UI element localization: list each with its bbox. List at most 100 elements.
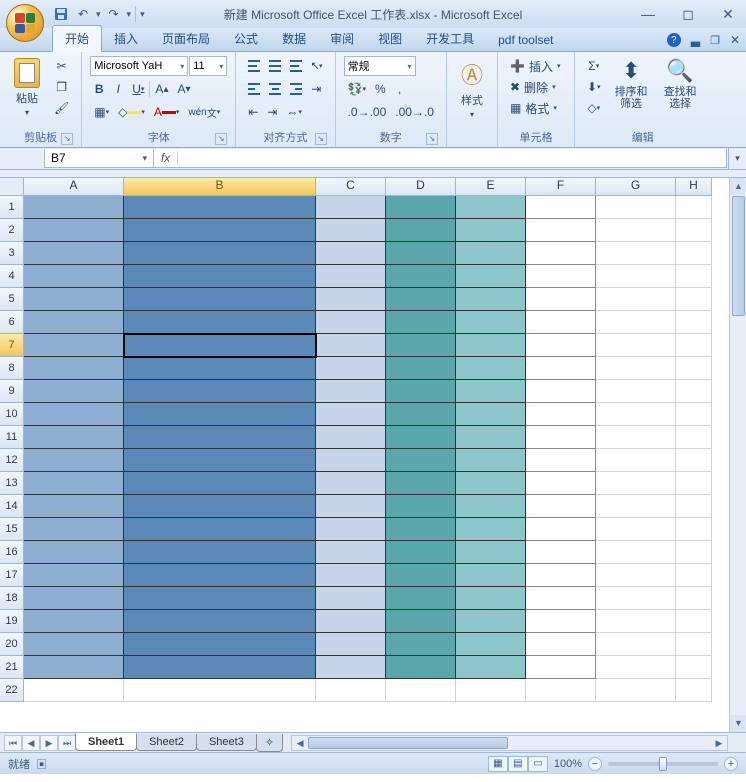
cell-B21[interactable] — [124, 656, 316, 679]
cell-H7[interactable] — [676, 334, 712, 357]
col-header-B[interactable]: B — [124, 178, 316, 196]
cell-E12[interactable] — [456, 449, 526, 472]
zoom-out[interactable]: − — [588, 757, 602, 771]
cell-A10[interactable] — [24, 403, 124, 426]
cell-A9[interactable] — [24, 380, 124, 403]
cell-B2[interactable] — [124, 219, 316, 242]
cell-D10[interactable] — [386, 403, 456, 426]
cell-A13[interactable] — [24, 472, 124, 495]
cell-E17[interactable] — [456, 564, 526, 587]
cell-E3[interactable] — [456, 242, 526, 265]
cell-D3[interactable] — [386, 242, 456, 265]
row-header-15[interactable]: 15 — [0, 518, 24, 541]
cell-C11[interactable] — [316, 426, 386, 449]
cell-H11[interactable] — [676, 426, 712, 449]
fx-button[interactable]: fx — [154, 151, 178, 165]
cell-B20[interactable] — [124, 633, 316, 656]
cell-C22[interactable] — [316, 679, 386, 702]
cell-G10[interactable] — [596, 403, 676, 426]
cell-D7[interactable] — [386, 334, 456, 357]
cell-H3[interactable] — [676, 242, 712, 265]
fill-color[interactable]: ◇▾ — [114, 102, 149, 122]
wrap-text[interactable]: ⇥ — [307, 79, 325, 99]
next-sheet[interactable]: ▶ — [40, 735, 58, 751]
cell-F7[interactable] — [526, 334, 596, 357]
cell-D13[interactable] — [386, 472, 456, 495]
row-header-20[interactable]: 20 — [0, 633, 24, 656]
cell-B13[interactable] — [124, 472, 316, 495]
cell-F11[interactable] — [526, 426, 596, 449]
cell-A19[interactable] — [24, 610, 124, 633]
cell-H15[interactable] — [676, 518, 712, 541]
cell-E16[interactable] — [456, 541, 526, 564]
orientation[interactable]: ⭦▾ — [307, 56, 326, 76]
sort-filter[interactable]: ⬍ 排序和 筛选 — [609, 56, 654, 127]
cell-C2[interactable] — [316, 219, 386, 242]
tab-home[interactable]: 开始 — [52, 25, 102, 52]
cell-H12[interactable] — [676, 449, 712, 472]
cell-A17[interactable] — [24, 564, 124, 587]
shrink-font[interactable]: A▾ — [173, 79, 194, 99]
cell-D22[interactable] — [386, 679, 456, 702]
cell-G20[interactable] — [596, 633, 676, 656]
cell-B5[interactable] — [124, 288, 316, 311]
cell-G5[interactable] — [596, 288, 676, 311]
decrease-decimal[interactable]: .00→.0 — [391, 102, 438, 122]
cell-D20[interactable] — [386, 633, 456, 656]
cell-D19[interactable] — [386, 610, 456, 633]
format-cells[interactable]: ▦ 格式 ▾ — [506, 98, 566, 118]
cell-B1[interactable] — [124, 196, 316, 219]
cell-B14[interactable] — [124, 495, 316, 518]
cell-B22[interactable] — [124, 679, 316, 702]
cell-E2[interactable] — [456, 219, 526, 242]
fill-button[interactable]: ⬇ ▾ — [583, 77, 605, 97]
cell-F14[interactable] — [526, 495, 596, 518]
cell-D11[interactable] — [386, 426, 456, 449]
cell-H8[interactable] — [676, 357, 712, 380]
cell-E8[interactable] — [456, 357, 526, 380]
cell-G6[interactable] — [596, 311, 676, 334]
cell-F8[interactable] — [526, 357, 596, 380]
minimize-button[interactable]: — — [638, 6, 658, 23]
cell-E7[interactable] — [456, 334, 526, 357]
cell-H4[interactable] — [676, 265, 712, 288]
cell-C15[interactable] — [316, 518, 386, 541]
vertical-scrollbar[interactable]: ▲ ▼ — [729, 178, 746, 732]
tab-insert[interactable]: 插入 — [102, 26, 150, 51]
row-header-8[interactable]: 8 — [0, 357, 24, 380]
cell-B16[interactable] — [124, 541, 316, 564]
cell-F3[interactable] — [526, 242, 596, 265]
qat-save[interactable] — [52, 5, 70, 23]
cell-E20[interactable] — [456, 633, 526, 656]
cell-D12[interactable] — [386, 449, 456, 472]
scroll-left[interactable]: ◀ — [292, 736, 308, 750]
grow-font[interactable]: A▴ — [151, 79, 172, 99]
cell-D21[interactable] — [386, 656, 456, 679]
cell-C18[interactable] — [316, 587, 386, 610]
align-right[interactable] — [286, 79, 306, 99]
cell-H16[interactable] — [676, 541, 712, 564]
tab-formulas[interactable]: 公式 — [222, 26, 270, 51]
first-sheet[interactable]: ⏮ — [4, 735, 22, 751]
vscroll-thumb[interactable] — [732, 196, 745, 316]
align-top[interactable] — [244, 56, 264, 76]
cell-H2[interactable] — [676, 219, 712, 242]
cell-H14[interactable] — [676, 495, 712, 518]
col-header-E[interactable]: E — [456, 178, 526, 196]
underline-button[interactable]: U▾ — [128, 79, 148, 99]
bold-button[interactable]: B — [90, 79, 108, 99]
worksheet-grid[interactable]: ABCDEFGH 1234567891011121314151617181920… — [0, 178, 746, 732]
comma-format[interactable]: , — [391, 79, 409, 99]
row-header-2[interactable]: 2 — [0, 219, 24, 242]
cell-H18[interactable] — [676, 587, 712, 610]
accounting-format[interactable]: 💱▾ — [344, 79, 370, 99]
select-all-corner[interactable] — [0, 178, 24, 196]
cell-G21[interactable] — [596, 656, 676, 679]
cell-G3[interactable] — [596, 242, 676, 265]
cell-F20[interactable] — [526, 633, 596, 656]
cell-H13[interactable] — [676, 472, 712, 495]
scroll-right[interactable]: ▶ — [711, 736, 727, 750]
cell-E11[interactable] — [456, 426, 526, 449]
cell-G14[interactable] — [596, 495, 676, 518]
row-header-7[interactable]: 7 — [0, 334, 24, 357]
